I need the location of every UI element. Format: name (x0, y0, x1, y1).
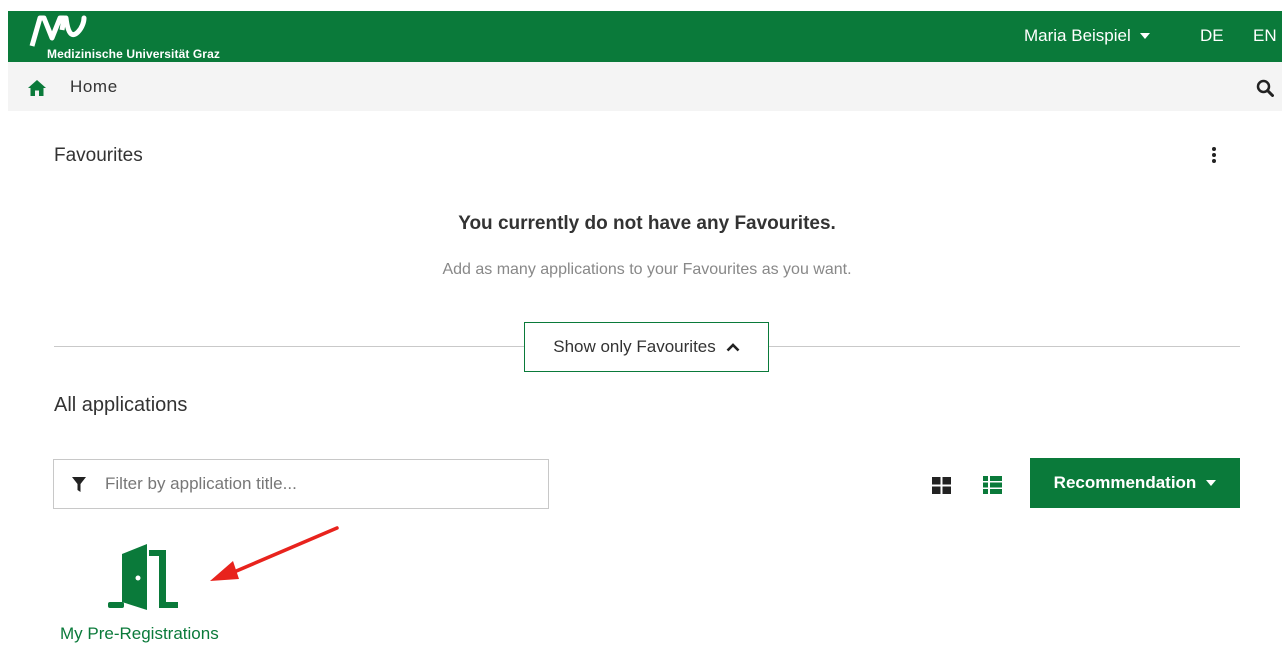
annotation-arrow-icon (210, 526, 339, 581)
home-icon[interactable] (27, 79, 47, 97)
breadcrumb: Home (8, 62, 1282, 111)
user-menu-dropdown[interactable]: Maria Beispiel (1024, 26, 1150, 46)
divider (769, 346, 1240, 347)
user-name: Maria Beispiel (1024, 26, 1131, 45)
show-only-favourites-button[interactable]: Show only Favourites (524, 322, 769, 372)
caret-down-icon (1139, 33, 1150, 39)
search-icon[interactable] (1256, 79, 1274, 97)
grid-view-icon[interactable] (932, 477, 951, 494)
filter-input[interactable] (105, 471, 535, 497)
divider (54, 346, 524, 347)
breadcrumb-home-link[interactable]: Home (70, 77, 118, 97)
favourites-heading: Favourites (54, 145, 143, 166)
sort-button-label: Recommendation (1053, 473, 1197, 492)
logo-text: Medizinische Universität Graz (47, 47, 220, 61)
filter-icon (72, 477, 86, 492)
university-logo[interactable]: Medizinische Universität Graz (28, 14, 248, 61)
language-de-link[interactable]: DE (1200, 26, 1224, 46)
caret-down-icon (1206, 480, 1217, 486)
empty-favourites-title: You currently do not have any Favourites… (458, 213, 836, 234)
list-view-icon[interactable] (983, 476, 1002, 494)
all-applications-heading: All applications (54, 394, 188, 416)
show-only-favourites-label: Show only Favourites (553, 337, 716, 356)
more-options-icon[interactable] (1208, 147, 1220, 169)
filter-field[interactable] (53, 459, 549, 509)
empty-favourites-subtitle: Add as many applications to your Favouri… (442, 261, 852, 278)
language-en-link[interactable]: EN (1253, 26, 1277, 46)
chevron-up-icon (726, 343, 740, 352)
logo-mark-icon (29, 15, 87, 47)
sort-recommendation-button[interactable]: Recommendation (1030, 458, 1240, 508)
app-tile-label: My Pre-Registrations (60, 624, 219, 643)
top-navbar: Medizinische Universität Graz Maria Beis… (8, 11, 1282, 62)
door-open-icon (108, 544, 178, 610)
